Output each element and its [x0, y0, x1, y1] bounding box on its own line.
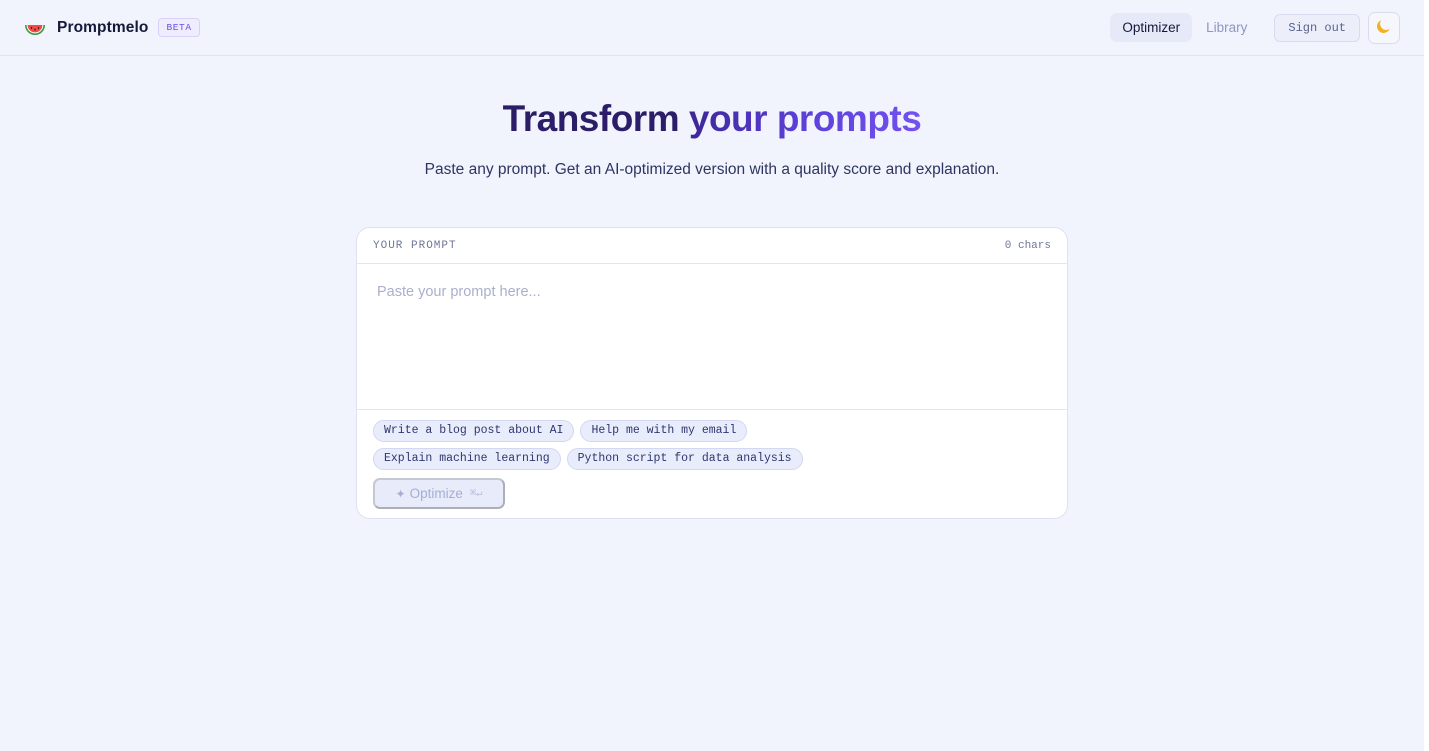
page: Promptmelo BETA Optimizer Library Sign o…: [0, 0, 1424, 751]
optimize-shortcut: ⌘↵: [469, 488, 483, 500]
suggestion-chip[interactable]: Explain machine learning: [373, 448, 561, 470]
char-count: 0 chars: [1004, 239, 1051, 252]
hero-title-accent: your prompts: [688, 98, 922, 139]
brand[interactable]: Promptmelo BETA: [23, 16, 200, 40]
top-bar: Promptmelo BETA Optimizer Library Sign o…: [0, 0, 1424, 56]
prompt-label: YOUR PROMPT: [373, 239, 457, 252]
brand-name: Promptmelo: [57, 18, 149, 36]
watermelon-icon: [23, 16, 47, 40]
prompt-card-footer: Write a blog post about AI Help me with …: [357, 409, 1067, 509]
scrollbar-gutter: [1424, 0, 1429, 751]
nav-library[interactable]: Library: [1194, 13, 1259, 42]
moon-icon: [1376, 18, 1392, 37]
suggestion-chip[interactable]: Python script for data analysis: [566, 448, 803, 470]
beta-badge: BETA: [158, 18, 200, 37]
optimize-label: Optimize: [409, 486, 463, 501]
suggestion-chip[interactable]: Help me with my email: [580, 420, 748, 442]
prompt-card-header: YOUR PROMPT 0 chars: [357, 228, 1067, 264]
hero-title-part1: Transform: [502, 98, 689, 139]
theme-toggle-button[interactable]: [1368, 11, 1400, 44]
prompt-card: YOUR PROMPT 0 chars Write a blog post ab…: [356, 227, 1068, 519]
main-nav: Optimizer Library Sign out: [1110, 11, 1400, 44]
sign-out-button[interactable]: Sign out: [1274, 13, 1360, 42]
suggestion-chip[interactable]: Write a blog post about AI: [373, 420, 575, 442]
prompt-input[interactable]: [357, 264, 1067, 409]
hero-subtitle: Paste any prompt. Get an AI-optimized ve…: [424, 161, 1000, 178]
optimize-button[interactable]: ✦ Optimize ⌘↵: [373, 478, 505, 509]
sparkle-icon: ✦: [395, 486, 406, 501]
nav-optimizer[interactable]: Optimizer: [1110, 13, 1193, 42]
suggestion-chips: Write a blog post about AI Help me with …: [373, 420, 933, 476]
hero-title: Transform your prompts: [0, 98, 1424, 140]
